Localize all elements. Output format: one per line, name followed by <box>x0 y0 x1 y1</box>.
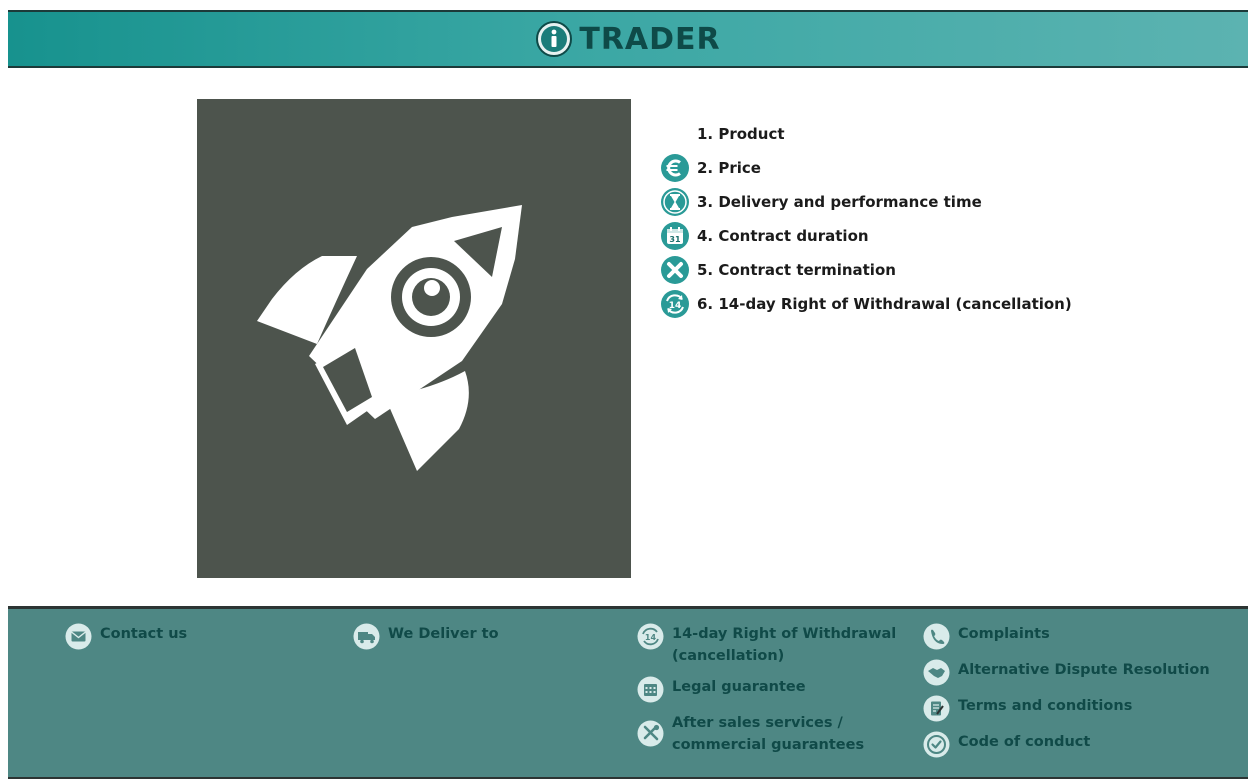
footer-col-1: Contact us <box>65 623 187 659</box>
withdrawal-line-2: (cancellation) <box>672 648 785 664</box>
complaint-icon <box>923 623 950 650</box>
calendar-icon: 31 <box>660 221 690 251</box>
legal-guarantee-label: Legal guarantee <box>672 679 806 695</box>
info-item-delivery[interactable]: 3. Delivery and performance time <box>660 185 1072 219</box>
truck-icon <box>353 623 380 650</box>
after-sales-link[interactable]: After sales services / commercial guaran… <box>637 712 896 756</box>
hourglass-icon <box>660 187 690 217</box>
close-circle-icon <box>660 255 690 285</box>
code-of-conduct-link[interactable]: Code of conduct <box>923 731 1210 758</box>
info-item-price[interactable]: 2. Price <box>660 151 1072 185</box>
withdrawal-label: 14-day Right of Withdrawal (cancellation… <box>672 623 896 667</box>
complaints-label: Complaints <box>958 626 1050 642</box>
hero-image <box>197 99 631 578</box>
after-sales-line-1: After sales services / <box>672 715 843 731</box>
info-label: 6. 14-day Right of Withdrawal (cancellat… <box>697 295 1072 313</box>
withdrawal-14-icon: 14 <box>660 289 690 319</box>
info-label: 5. Contract termination <box>697 261 896 279</box>
after-sales-line-2: commercial guarantees <box>672 737 865 753</box>
svg-text:14: 14 <box>669 301 682 311</box>
footer-col-4: Complaints Alternative Dispute Resolutio… <box>923 623 1210 767</box>
check-circle-icon <box>923 731 950 758</box>
info-label: 2. Price <box>697 159 761 177</box>
header-bar: TRADER <box>8 10 1248 68</box>
code-of-conduct-label: Code of conduct <box>958 734 1091 750</box>
handshake-icon <box>923 659 950 686</box>
info-label: 3. Delivery and performance time <box>697 193 982 211</box>
terms-label: Terms and conditions <box>958 698 1133 714</box>
svg-text:31: 31 <box>669 235 681 244</box>
brand[interactable]: TRADER <box>535 20 720 58</box>
terms-link[interactable]: Terms and conditions <box>923 695 1210 722</box>
complaints-link[interactable]: Complaints <box>923 623 1210 650</box>
brand-title: TRADER <box>579 21 721 57</box>
info-item-withdrawal[interactable]: 14 6. 14-day Right of Withdrawal (cancel… <box>660 287 1072 321</box>
contact-us-link[interactable]: Contact us <box>65 623 187 650</box>
info-label: 1. Product <box>697 125 785 143</box>
withdrawal-14-icon: 14 <box>637 623 664 650</box>
footer: Contact us We Deliver to 14 14-day Right… <box>8 606 1248 779</box>
we-deliver-to-link[interactable]: We Deliver to <box>353 623 499 650</box>
info-item-termination[interactable]: 5. Contract termination <box>660 253 1072 287</box>
adr-label: Alternative Dispute Resolution <box>958 662 1210 678</box>
footer-col-3: 14 14-day Right of Withdrawal (cancellat… <box>637 623 896 765</box>
legal-guarantee-link[interactable]: Legal guarantee <box>637 676 896 703</box>
info-item-duration[interactable]: 31 4. Contract duration <box>660 219 1072 253</box>
blank-icon <box>660 119 690 149</box>
footer-col-2: We Deliver to <box>353 623 499 659</box>
withdrawal-line-1: 14-day Right of Withdrawal <box>672 626 897 642</box>
adr-link[interactable]: Alternative Dispute Resolution <box>923 659 1210 686</box>
withdrawal-link[interactable]: 14 14-day Right of Withdrawal (cancellat… <box>637 623 896 667</box>
calendar-grid-icon <box>637 676 664 703</box>
svg-text:14: 14 <box>645 633 657 642</box>
info-label: 4. Contract duration <box>697 227 869 245</box>
euro-icon <box>660 153 690 183</box>
envelope-icon <box>65 623 92 650</box>
contact-us-label: Contact us <box>100 626 188 642</box>
we-deliver-to-label: We Deliver to <box>388 626 499 642</box>
after-sales-label: After sales services / commercial guaran… <box>672 712 864 756</box>
info-circle-icon <box>535 20 573 58</box>
rocket-icon <box>257 205 522 471</box>
tools-icon <box>637 720 664 747</box>
info-list: 1. Product 2. Price 3. Delivery and perf… <box>660 117 1072 321</box>
info-item-product[interactable]: 1. Product <box>660 117 1072 151</box>
document-pen-icon <box>923 695 950 722</box>
